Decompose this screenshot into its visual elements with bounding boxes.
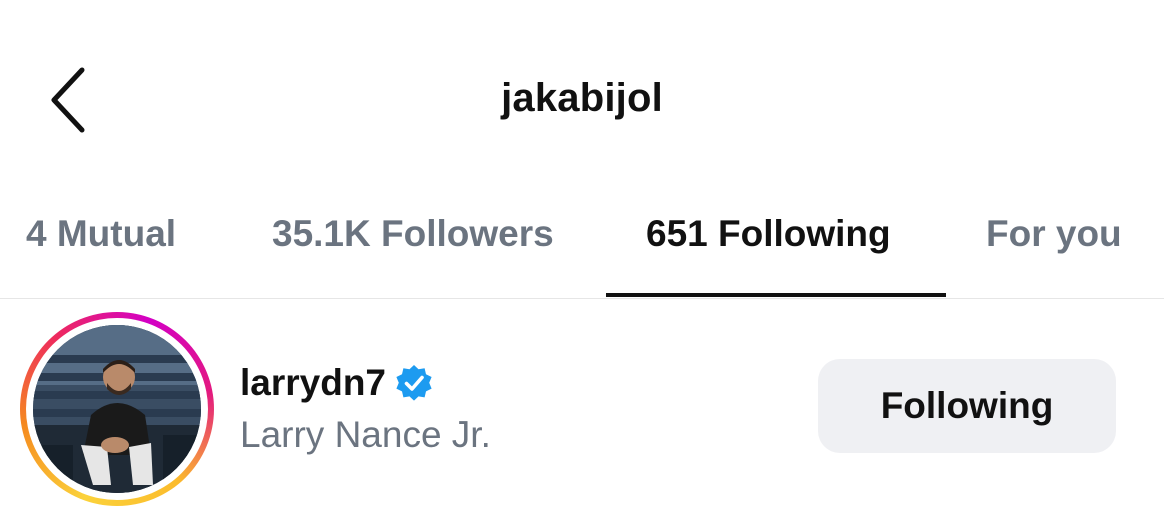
divider [0, 298, 1164, 299]
display-name: Larry Nance Jr. [240, 414, 491, 455]
header: jakabijol [0, 0, 1164, 200]
tab-for-you[interactable]: For you [986, 210, 1122, 270]
avatar [33, 325, 201, 493]
tab-following[interactable]: 651 Following [646, 210, 891, 270]
verified-badge-icon [396, 365, 432, 401]
page-title: jakabijol [501, 76, 663, 120]
username-line: larrydn7 [240, 360, 434, 406]
avatar-image [33, 325, 201, 493]
story-ring[interactable] [20, 312, 214, 506]
list-item[interactable]: larrydn7 Larry Nance Jr. Following [0, 300, 1164, 524]
username[interactable]: larrydn7 [240, 362, 386, 404]
tab-mutual[interactable]: 4 Mutual [26, 210, 176, 270]
tab-bar: 4 Mutual 35.1K Followers 651 Following F… [0, 196, 1164, 297]
active-tab-indicator [606, 293, 946, 297]
following-button[interactable]: Following [818, 359, 1116, 453]
tab-followers[interactable]: 35.1K Followers [272, 210, 554, 270]
